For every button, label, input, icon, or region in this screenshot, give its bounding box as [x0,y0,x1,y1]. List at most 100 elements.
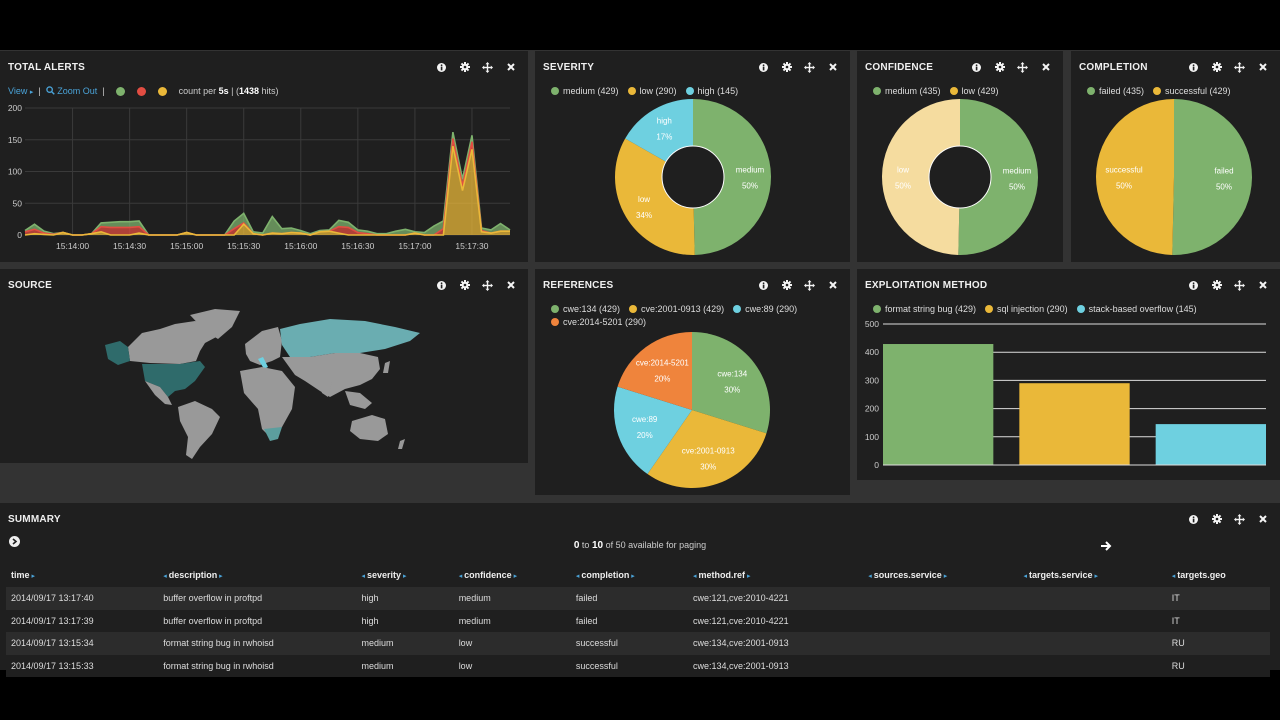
info-button[interactable] [1182,512,1205,526]
pager-to-word: to [579,540,592,550]
y-tick-label: 0 [874,460,879,470]
pie-slice-successful [1095,99,1174,255]
column-header-targets-service[interactable]: ◂ targets.service ▸ [1019,563,1167,587]
x-tick-label: 15:16:00 [284,241,317,251]
close-button[interactable] [1251,512,1274,526]
cell-description: buffer overflow in proftpd [158,587,357,610]
gear-button[interactable] [1205,512,1228,526]
panel-controls [1182,512,1274,526]
map-region-asia [282,353,380,397]
cell-method-ref: cwe:134,cve:2001-0913 [688,632,864,655]
references-pie-chart[interactable]: cwe:134 30% cve:2001-0913 30% cwe:89 20% cve:2… [535,269,850,495]
panel-title: SUMMARY [8,514,61,525]
slice-percent: 50% [895,181,911,190]
column-header-completion[interactable]: ◂ completion ▸ [571,563,688,587]
move-button[interactable] [1228,512,1251,526]
y-tick-label: 300 [865,375,879,385]
summary-table: time ▸ ◂ description ▸ ◂ severity ▸ ◂ confi… [6,563,1270,678]
slice-percent: 30% [700,462,716,471]
x-tick-label: 15:15:00 [170,241,203,251]
sort-right-icon: ▸ [941,573,948,580]
cell-targets-geo: RU [1166,632,1270,655]
severity-pie-chart[interactable]: medium 50% low 34% high 17% [535,51,850,262]
slice-label: cwe:134 [717,369,747,378]
exploitation-bar-chart[interactable]: 0 100 200 300 400 500 [857,269,1280,480]
cell-time: 2014/09/17 13:17:40 [6,587,159,610]
cell-targets-service [1018,654,1167,678]
cell-confidence: low [453,632,571,655]
slice-percent: 30% [724,385,740,394]
sort-right-icon: ▸ [511,573,518,580]
x-tick-label: 15:16:30 [341,241,374,251]
cell-method-ref: cwe:121,cve:2010-4221 [688,587,864,610]
line-series-yellow [24,145,510,236]
column-header-targets-geo[interactable]: ◂ targets.geo [1167,563,1270,587]
next-page-button[interactable] [1101,538,1112,556]
column-header-description[interactable]: ◂ description ▸ [158,563,356,587]
completion-pie-chart[interactable]: failed 50% successful 50% [1071,51,1280,262]
slice-label: cve:2014-5201 [636,359,689,368]
map-region-russia [280,319,420,357]
slice-label: low [638,195,650,204]
map-region-se-asia [345,391,372,409]
column-label: severity [367,570,402,580]
slice-percent: 50% [1009,183,1025,192]
cell-severity: high [356,587,454,610]
column-label: completion [581,570,630,580]
cell-sources-service [863,632,1019,655]
cell-completion: successful [570,632,689,655]
cell-severity: medium [356,632,454,655]
world-map[interactable] [0,269,528,463]
slice-percent: 34% [636,211,652,220]
x-tick-label: 15:15:30 [227,241,260,251]
table-header-row: time ▸ ◂ description ▸ ◂ severity ▸ ◂ confi… [6,563,1270,587]
slice-percent: 50% [1116,181,1132,190]
donut-hole [661,145,725,209]
timeseries-chart[interactable]: 0 50 100 150 200 15:14:00 15:14:30 15:15:00 15:1… [0,51,528,262]
cell-description: buffer overflow in proftpd [158,609,357,633]
map-region-africa [240,367,295,439]
cell-sources-service [863,587,1019,610]
column-header-sources-service[interactable]: ◂ sources.service ▸ [863,563,1018,587]
sort-right-icon: ▸ [29,573,35,580]
map-region-usa [142,361,205,397]
table-row[interactable]: 2014/09/17 13:15:33 format string bug in … [6,654,1270,678]
confidence-pie-chart[interactable]: medium 50% low 50% [857,51,1063,262]
column-header-confidence[interactable]: ◂ confidence ▸ [454,563,571,587]
x-tick-label: 15:17:30 [455,241,488,251]
column-label: description [168,570,218,580]
column-label: targets.geo [1177,570,1226,580]
table-row[interactable]: 2014/09/17 13:17:39 buffer overflow in pr… [6,609,1270,633]
column-header-severity[interactable]: ◂ severity ▸ [357,563,454,587]
cell-severity: high [356,609,454,633]
panel-source: SOURCE [0,269,528,463]
y-tick-label: 500 [865,319,879,329]
cell-time: 2014/09/17 13:17:39 [6,609,159,633]
column-label: confidence [464,570,512,580]
map-region-australia [350,415,388,441]
donut-hole [928,145,992,209]
slice-label: cve:2001-0913 [682,446,735,455]
sort-right-icon: ▸ [629,573,635,580]
y-tick-label: 200 [8,103,22,113]
move-icon [1234,513,1245,525]
table-row[interactable]: 2014/09/17 13:17:40 buffer overflow in pr… [6,587,1270,610]
slice-percent: 20% [654,375,670,384]
bar-sql-injection [1019,383,1130,465]
panel-confidence: CONFIDENCE medium (435) low (429) medium 5… [857,51,1063,262]
cell-targets-service [1018,587,1167,610]
column-label: targets.service [1029,570,1093,580]
cell-confidence: medium [453,609,571,633]
pager-to: 10 [591,540,604,551]
column-label: method.ref [698,570,746,580]
sort-right-icon: ▸ [745,573,751,580]
slice-label: successful [1105,165,1143,174]
panel-completion: COMPLETION failed (435) successful (429) … [1071,51,1280,262]
panel-references: REFERENCES cwe:134 (429) cve:2001-0913 (4… [535,269,850,495]
sort-right-icon: ▸ [217,573,223,580]
column-header-time[interactable]: time ▸ [6,563,158,587]
y-tick-label: 50 [13,198,23,208]
column-header-method-ref[interactable]: ◂ method.ref ▸ [688,563,863,587]
table-row[interactable]: 2014/09/17 13:15:34 format string bug in … [6,632,1270,655]
bar-stack-based-overflow [1155,424,1266,465]
